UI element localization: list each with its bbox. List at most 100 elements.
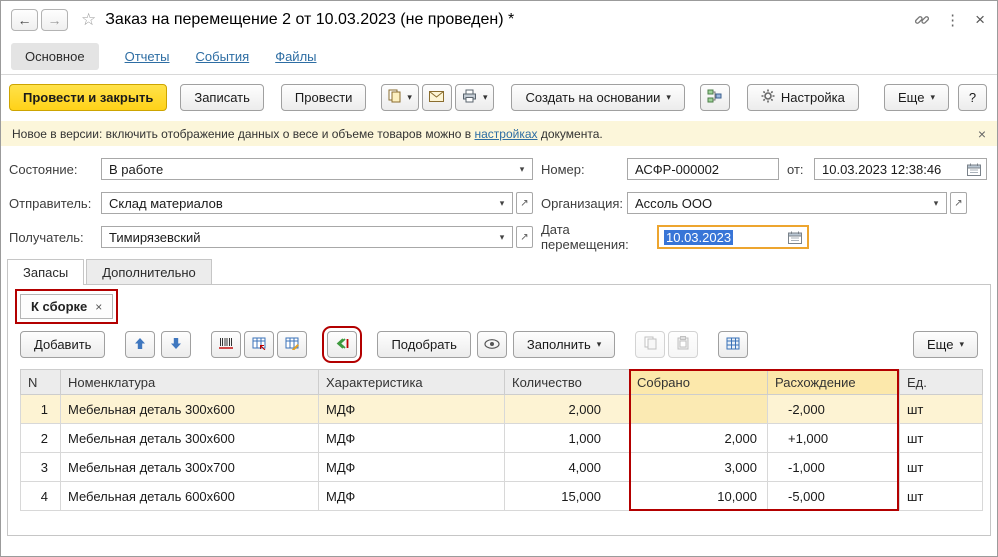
- receiver-field[interactable]: Тимирязевский ▾: [101, 226, 513, 248]
- mail-button[interactable]: [421, 84, 452, 111]
- paste-icon: [677, 336, 689, 353]
- move-row-up-button[interactable]: [125, 331, 156, 358]
- banner-close-icon[interactable]: ×: [978, 126, 986, 142]
- cell-discrepancy[interactable]: +1,000: [767, 423, 900, 453]
- cell-unit[interactable]: шт: [899, 452, 983, 482]
- tab-events[interactable]: События: [196, 49, 250, 64]
- fill-button[interactable]: Заполнить ▾: [512, 331, 616, 358]
- header-unit[interactable]: Ед.: [899, 369, 983, 395]
- cell-unit[interactable]: шт: [899, 394, 983, 424]
- move-row-down-button[interactable]: [161, 331, 192, 358]
- organization-field[interactable]: Ассоль ООО ▾: [627, 192, 947, 214]
- grid-more-button[interactable]: Еще ▾: [913, 331, 978, 358]
- tab-files[interactable]: Файлы: [275, 49, 316, 64]
- post-button[interactable]: Провести: [280, 84, 367, 111]
- table-row[interactable]: 3 Мебельная деталь 300х700 МДФ 4,000 3,0…: [20, 452, 983, 482]
- cell-n[interactable]: 2: [20, 423, 61, 453]
- cell-characteristic[interactable]: МДФ: [318, 452, 505, 482]
- cell-nomenclature[interactable]: Мебельная деталь 600х600: [60, 481, 319, 511]
- link-icon[interactable]: [914, 12, 930, 28]
- add-row-button[interactable]: Добавить: [20, 331, 106, 358]
- clipboard-group: [635, 331, 699, 358]
- cell-characteristic[interactable]: МДФ: [318, 481, 505, 511]
- cell-discrepancy[interactable]: -2,000: [767, 394, 900, 424]
- tab-additional[interactable]: Дополнительно: [86, 259, 212, 285]
- more-button[interactable]: Еще ▾: [884, 84, 949, 111]
- banner-settings-link[interactable]: настройках: [474, 127, 537, 141]
- cell-discrepancy[interactable]: -1,000: [767, 452, 900, 482]
- cell-quantity[interactable]: 15,000: [504, 481, 630, 511]
- paste-rows-button[interactable]: [668, 331, 699, 358]
- table-edit-button[interactable]: [277, 331, 308, 358]
- cell-characteristic[interactable]: МДФ: [318, 423, 505, 453]
- fill-label: Заполнить: [526, 337, 591, 352]
- tab-main[interactable]: Основное: [11, 42, 99, 70]
- cell-collected[interactable]: 3,000: [629, 452, 768, 482]
- cell-n[interactable]: 1: [20, 394, 61, 424]
- copy-rows-button[interactable]: [635, 331, 666, 358]
- table-settings-button[interactable]: [718, 331, 749, 358]
- check-collected-button[interactable]: [322, 326, 363, 363]
- favorite-star-icon[interactable]: ☆: [81, 10, 96, 30]
- tab-reports[interactable]: Отчеты: [125, 49, 170, 64]
- close-icon[interactable]: ×: [975, 10, 985, 30]
- cell-quantity[interactable]: 1,000: [504, 423, 630, 453]
- save-button[interactable]: Записать: [180, 84, 264, 111]
- scan-barcode-button[interactable]: [211, 331, 242, 358]
- pick-items-button[interactable]: Подобрать: [377, 331, 471, 358]
- header-discrepancy[interactable]: Расхождение: [767, 369, 900, 395]
- cell-nomenclature[interactable]: Мебельная деталь 300х600: [60, 394, 319, 424]
- state-field[interactable]: В работе ▾: [101, 158, 533, 180]
- print-button[interactable]: ▾: [454, 84, 495, 111]
- chevron-down-icon[interactable]: ▾: [494, 198, 510, 209]
- back-button[interactable]: ←: [11, 8, 38, 31]
- open-organization-button[interactable]: ↗: [950, 192, 967, 214]
- cell-collected[interactable]: 2,000: [629, 423, 768, 453]
- tab-inventory[interactable]: Запасы: [7, 259, 85, 285]
- cell-characteristic[interactable]: МДФ: [318, 394, 505, 424]
- document-datetime-field[interactable]: 10.03.2023 12:38:46: [814, 158, 987, 180]
- filter-chip-to-assemble[interactable]: К сборке ×: [14, 289, 119, 324]
- settings-button[interactable]: Настройка: [746, 84, 859, 111]
- cell-unit[interactable]: шт: [899, 481, 983, 511]
- filter-chip-close-icon[interactable]: ×: [95, 300, 102, 314]
- cell-collected[interactable]: [629, 394, 768, 424]
- forward-button[interactable]: →: [41, 8, 68, 31]
- cell-nomenclature[interactable]: Мебельная деталь 300х600: [60, 423, 319, 453]
- header-n[interactable]: N: [20, 369, 61, 395]
- kebab-menu-icon[interactable]: ⋮: [945, 11, 960, 29]
- move-date-field[interactable]: 10.03.2023: [657, 225, 809, 249]
- table-row[interactable]: 2 Мебельная деталь 300х600 МДФ 1,000 2,0…: [20, 423, 983, 453]
- help-button[interactable]: ?: [958, 84, 987, 111]
- cell-collected[interactable]: 10,000: [629, 481, 768, 511]
- cell-n[interactable]: 3: [20, 452, 61, 482]
- chevron-down-icon[interactable]: ▾: [928, 198, 944, 209]
- related-documents-button[interactable]: [699, 84, 730, 111]
- view-button[interactable]: [476, 331, 507, 358]
- table-import-button[interactable]: [244, 331, 275, 358]
- table-row[interactable]: 4 Мебельная деталь 600х600 МДФ 15,000 10…: [20, 481, 983, 511]
- create-based-on-button[interactable]: Создать на основании ▾: [511, 84, 685, 111]
- sender-field[interactable]: Склад материалов ▾: [101, 192, 513, 214]
- open-sender-button[interactable]: ↗: [516, 192, 533, 214]
- cell-n[interactable]: 4: [20, 481, 61, 511]
- envelope-icon: [429, 90, 445, 105]
- cell-quantity[interactable]: 4,000: [504, 452, 630, 482]
- cell-discrepancy[interactable]: -5,000: [767, 481, 900, 511]
- chevron-down-icon[interactable]: ▾: [494, 232, 510, 243]
- header-characteristic[interactable]: Характеристика: [318, 369, 505, 395]
- cell-quantity[interactable]: 2,000: [504, 394, 630, 424]
- copy-document-button[interactable]: ▾: [381, 84, 419, 111]
- number-field[interactable]: АСФР-000002: [627, 158, 779, 180]
- chevron-down-icon[interactable]: ▾: [514, 164, 530, 175]
- calendar-icon[interactable]: [785, 227, 805, 247]
- header-collected[interactable]: Собрано: [629, 369, 768, 395]
- open-receiver-button[interactable]: ↗: [516, 226, 533, 248]
- table-row[interactable]: 1 Мебельная деталь 300х600 МДФ 2,000 -2,…: [20, 394, 983, 424]
- header-quantity[interactable]: Количество: [504, 369, 630, 395]
- cell-nomenclature[interactable]: Мебельная деталь 300х700: [60, 452, 319, 482]
- calendar-icon[interactable]: [964, 159, 984, 179]
- post-and-close-button[interactable]: Провести и закрыть: [9, 84, 168, 111]
- header-nomenclature[interactable]: Номенклатура: [60, 369, 319, 395]
- cell-unit[interactable]: шт: [899, 423, 983, 453]
